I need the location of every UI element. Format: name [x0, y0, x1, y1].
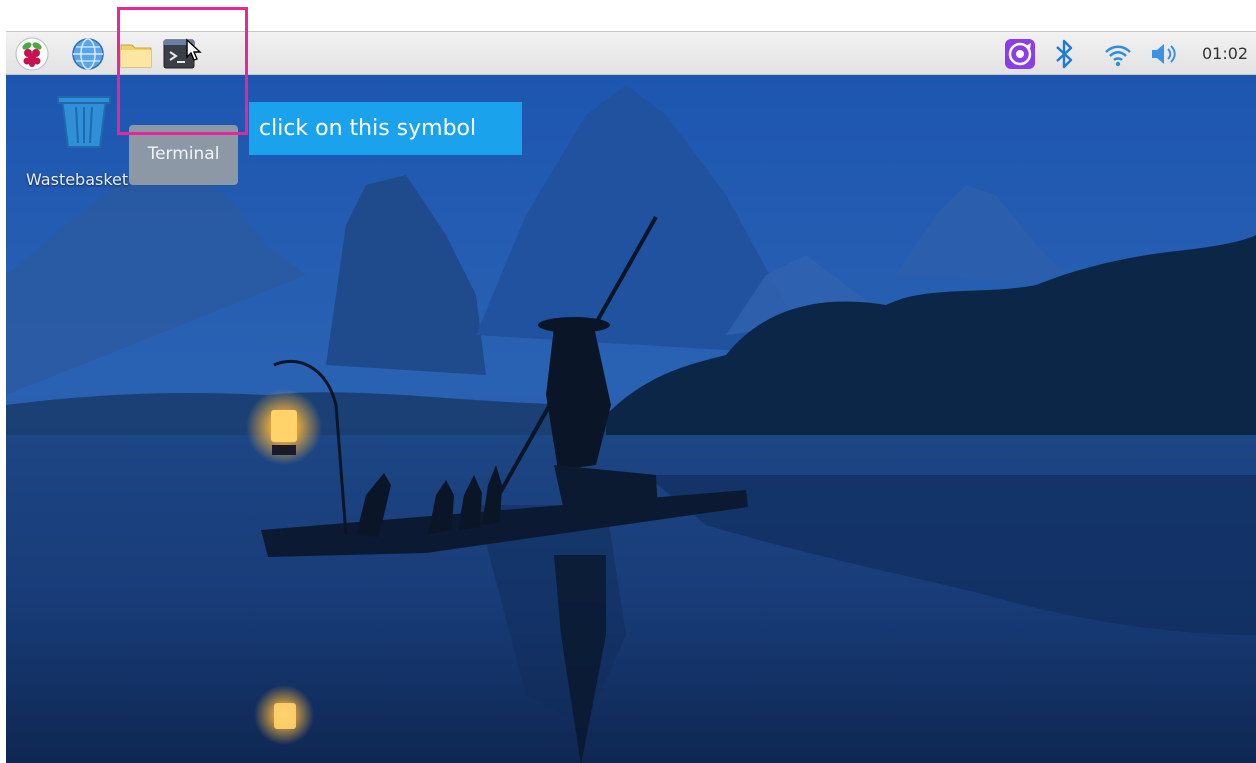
wifi-tray-button[interactable] — [1100, 36, 1136, 72]
wastebasket-icon — [57, 96, 111, 148]
clock[interactable]: 01:02 — [1202, 44, 1248, 63]
updates-tray-button[interactable] — [1002, 36, 1038, 72]
app-update-icon — [1005, 39, 1035, 69]
volume-icon — [1152, 44, 1176, 64]
bluetooth-tray-button[interactable] — [1046, 36, 1082, 72]
desktop: Wastebasket Terminal — [6, 75, 1256, 763]
wastebasket-label: Wastebasket — [26, 170, 129, 189]
bluetooth-icon — [1056, 39, 1073, 69]
wifi-icon — [1105, 45, 1131, 67]
menu-button[interactable] — [14, 36, 50, 72]
volume-tray-button[interactable] — [1146, 36, 1182, 72]
desktop-icon-wastebasket[interactable]: Wastebasket — [20, 93, 130, 189]
web-browser-globe-icon — [72, 38, 104, 70]
highlight-box — [117, 7, 248, 135]
web-browser-button[interactable] — [70, 36, 106, 72]
raspberry-menu-icon — [15, 37, 49, 71]
instruction-callout: click on this symbol — [249, 102, 522, 155]
raspberry-pi-desktop-screen: Wastebasket Terminal 01:02 — [6, 31, 1256, 763]
